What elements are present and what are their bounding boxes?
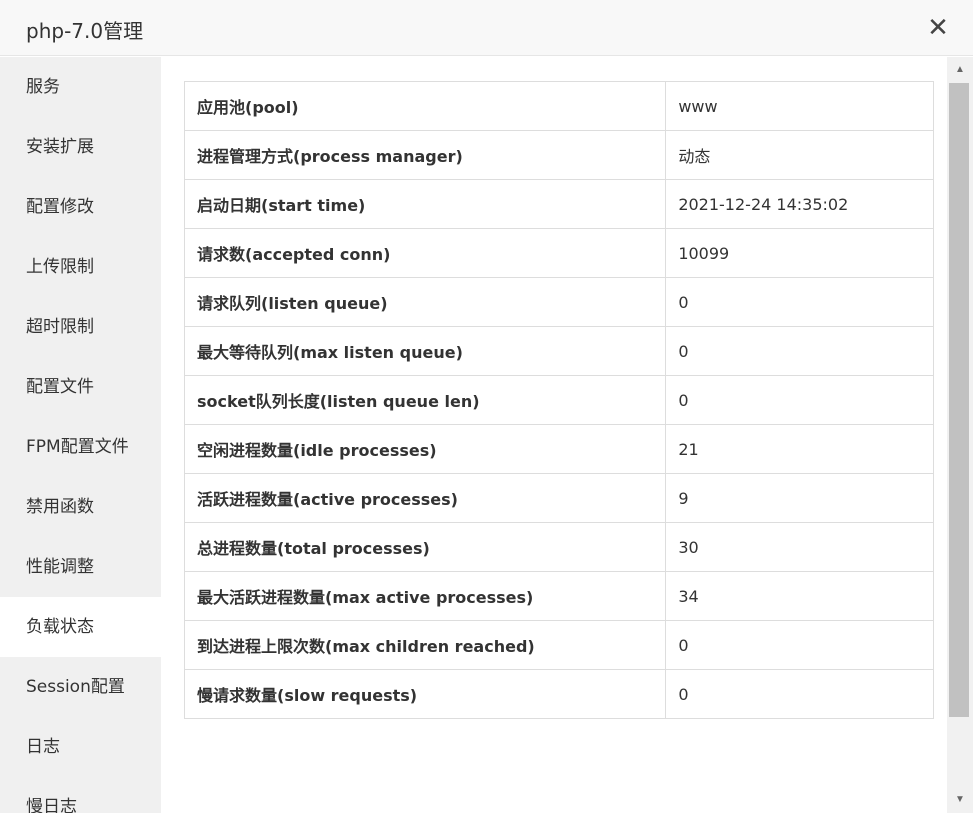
sidebar-item-fpm-config-file[interactable]: FPM配置文件 — [0, 417, 161, 477]
sidebar-item-session-config[interactable]: Session配置 — [0, 657, 161, 717]
status-key: 到达进程上限次数(max children reached) — [183, 620, 667, 670]
status-value: 0 — [665, 277, 934, 327]
sidebar-item-disabled-functions[interactable]: 禁用函数 — [0, 477, 161, 537]
status-key: 启动日期(start time) — [183, 179, 667, 229]
scroll-thumb[interactable] — [949, 83, 969, 717]
status-value: 34 — [665, 571, 934, 621]
status-key: 最大等待队列(max listen queue) — [183, 326, 667, 376]
sidebar-item-performance-tuning[interactable]: 性能调整 — [0, 537, 161, 597]
status-value: 2021-12-24 14:35:02 — [665, 179, 934, 229]
status-value: 0 — [665, 620, 934, 670]
scrollbar[interactable]: ▲ ▼ — [947, 57, 973, 813]
sidebar-item-log[interactable]: 日志 — [0, 717, 161, 777]
table-row: 到达进程上限次数(max children reached) 0 — [183, 620, 934, 670]
status-key: 最大活跃进程数量(max active processes) — [183, 571, 667, 621]
table-row: 启动日期(start time) 2021-12-24 14:35:02 — [183, 179, 934, 229]
status-key: 应用池(pool) — [183, 81, 667, 131]
status-value: 9 — [665, 473, 934, 523]
status-key: 进程管理方式(process manager) — [183, 130, 667, 180]
status-value: 21 — [665, 424, 934, 474]
sidebar: 服务 安装扩展 配置修改 上传限制 超时限制 配置文件 FPM配置文件 禁用函数… — [0, 57, 161, 813]
status-key: socket队列长度(listen queue len) — [183, 375, 667, 425]
sidebar-item-install-extensions[interactable]: 安装扩展 — [0, 117, 161, 177]
status-value: 动态 — [665, 130, 934, 180]
sidebar-item-service[interactable]: 服务 — [0, 57, 161, 117]
status-key: 总进程数量(total processes) — [183, 522, 667, 572]
table-row: 请求队列(listen queue) 0 — [183, 277, 934, 327]
table-row: 总进程数量(total processes) 30 — [183, 522, 934, 572]
status-key: 空闲进程数量(idle processes) — [183, 424, 667, 474]
sidebar-item-timeout-limit[interactable]: 超时限制 — [0, 297, 161, 357]
php-manager-dialog: php-7.0管理 ✕ 服务 安装扩展 配置修改 上传限制 超时限制 配置文件 … — [0, 0, 973, 813]
table-row: 最大等待队列(max listen queue) 0 — [183, 326, 934, 376]
load-status-panel: 应用池(pool) www 进程管理方式(process manager) 动态… — [161, 57, 947, 813]
table-row: 慢请求数量(slow requests) 0 — [183, 669, 934, 719]
sidebar-item-config-edit[interactable]: 配置修改 — [0, 177, 161, 237]
scroll-down-arrow-icon[interactable]: ▼ — [947, 787, 973, 813]
status-value: 10099 — [665, 228, 934, 278]
table-row: 应用池(pool) www — [183, 81, 934, 131]
scroll-up-arrow-icon[interactable]: ▲ — [947, 57, 973, 83]
status-value: www — [665, 81, 934, 131]
status-value: 0 — [665, 326, 934, 376]
status-key: 活跃进程数量(active processes) — [183, 473, 667, 523]
sidebar-item-config-file[interactable]: 配置文件 — [0, 357, 161, 417]
sidebar-item-slow-log[interactable]: 慢日志 — [0, 777, 161, 813]
sidebar-item-upload-limit[interactable]: 上传限制 — [0, 237, 161, 297]
dialog-title: php-7.0管理 — [26, 19, 144, 43]
table-row: socket队列长度(listen queue len) 0 — [183, 375, 934, 425]
sidebar-item-load-status[interactable]: 负载状态 — [0, 597, 161, 657]
status-table: 应用池(pool) www 进程管理方式(process manager) 动态… — [183, 81, 934, 719]
status-key: 请求队列(listen queue) — [183, 277, 667, 327]
table-row: 请求数(accepted conn) 10099 — [183, 228, 934, 278]
status-value: 0 — [665, 669, 934, 719]
table-row: 活跃进程数量(active processes) 9 — [183, 473, 934, 523]
close-icon[interactable]: ✕ — [925, 14, 951, 40]
status-value: 0 — [665, 375, 934, 425]
table-row: 进程管理方式(process manager) 动态 — [183, 130, 934, 180]
table-row: 空闲进程数量(idle processes) 21 — [183, 424, 934, 474]
status-key: 慢请求数量(slow requests) — [183, 669, 667, 719]
table-row: 最大活跃进程数量(max active processes) 34 — [183, 571, 934, 621]
status-key: 请求数(accepted conn) — [183, 228, 667, 278]
dialog-titlebar: php-7.0管理 ✕ — [0, 0, 973, 56]
status-value: 30 — [665, 522, 934, 572]
